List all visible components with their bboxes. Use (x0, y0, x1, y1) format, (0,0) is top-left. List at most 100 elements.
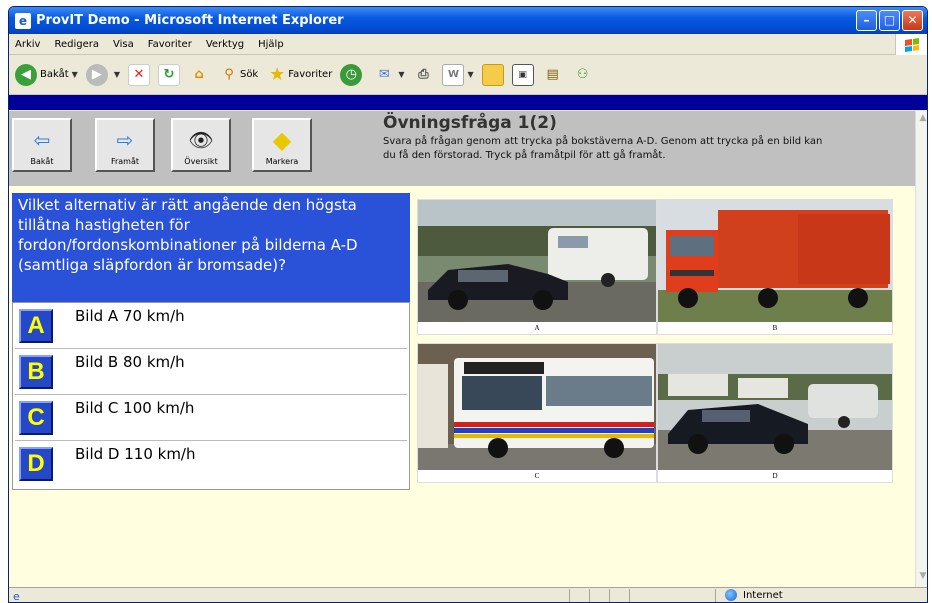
nav-forward-button[interactable]: ⇨ Framåt (95, 118, 155, 172)
car-with-caravan-image (418, 200, 656, 322)
question-text: Vilket alternativ är rätt angående den h… (12, 193, 410, 302)
answer-key-a[interactable]: A (19, 309, 53, 343)
menu-visa[interactable]: Visa (113, 39, 134, 50)
photo-d-caption: D (772, 472, 778, 480)
stop-button[interactable]: ✕ (127, 63, 150, 86)
nav-mark-button[interactable]: ◆ Markera (252, 118, 312, 172)
status-bar: e Internet (9, 587, 927, 602)
window-title: ProvIT Demo - Microsoft Internet Explore… (36, 13, 344, 28)
vertical-scrollbar[interactable]: ▲ ▼ (915, 111, 927, 587)
nav-back-button[interactable]: ⇦ Bakåt (12, 118, 72, 172)
scroll-up-icon[interactable]: ▲ (917, 113, 927, 127)
answer-key-d[interactable]: D (19, 447, 53, 481)
status-divider (569, 588, 570, 602)
research-icon: ▤ (546, 67, 559, 82)
search-icon: ⚲ (224, 67, 234, 82)
status-divider (715, 588, 716, 602)
star-icon: ★ (269, 64, 286, 85)
research-button[interactable]: ▤ (542, 64, 564, 86)
nav-forward-label: Framåt (110, 157, 140, 166)
answer-key-c[interactable]: C (19, 401, 53, 435)
home-icon: ⌂ (194, 67, 204, 82)
menu-verktyg[interactable]: Verktyg (206, 39, 244, 50)
nav-overview-label: Översikt (184, 157, 218, 166)
menu-bar: Arkiv Redigera Visa Favoriter Verktyg Hj… (9, 34, 927, 55)
maximize-button[interactable]: □ (879, 10, 900, 31)
status-divider (629, 588, 630, 602)
question-title: Övningsfråga 1(2) (383, 113, 557, 133)
car-with-small-trailer-image (658, 344, 892, 470)
photo-c-caption: C (534, 472, 540, 480)
mail-button[interactable]: ✉ ▼ (373, 64, 405, 86)
zone-label: Internet (743, 589, 783, 601)
discuss-button[interactable]: ▣ (511, 63, 534, 86)
menu-redigera[interactable]: Redigera (54, 39, 99, 50)
chevron-down-icon: ▼ (71, 70, 78, 79)
question-instructions: Svara på frågan genom att trycka på boks… (383, 136, 823, 161)
title-bar: e ProvIT Demo - Microsoft Internet Explo… (9, 7, 927, 34)
print-button[interactable]: ⎙ (412, 64, 434, 86)
answer-text-a: Bild A 70 km/h (75, 307, 185, 325)
chevron-down-icon: ▼ (398, 70, 405, 79)
truck-with-trailer-image (658, 200, 892, 322)
answer-option-b[interactable]: B Bild B 80 km/h (15, 351, 407, 395)
answer-key-b[interactable]: B (19, 355, 53, 389)
messenger-icon: ⚇ (576, 67, 589, 82)
nav-overview-button[interactable]: 👁 Översikt (171, 118, 231, 172)
edit-button[interactable]: W ▼ (442, 63, 474, 86)
photo-a-caption: A (534, 324, 540, 332)
folder-button[interactable] (481, 63, 504, 86)
answer-option-a[interactable]: A Bild A 70 km/h (15, 305, 407, 349)
nav-back-label: Bakåt (30, 157, 54, 166)
history-button[interactable]: ◷ (340, 63, 365, 86)
forward-button[interactable]: ▶ ▼ (85, 63, 120, 86)
favorites-label: Favoriter (288, 69, 333, 80)
favorites-button[interactable]: ★ Favoriter (266, 64, 332, 86)
photo-a[interactable]: A (417, 199, 657, 335)
answer-text-c: Bild C 100 km/h (75, 399, 195, 417)
answer-option-c[interactable]: C Bild C 100 km/h (15, 397, 407, 441)
answer-option-d[interactable]: D Bild D 110 km/h (15, 443, 407, 487)
search-button[interactable]: ⚲ Sök (218, 64, 258, 86)
photo-c[interactable]: C (417, 343, 657, 483)
back-arrow-icon: ◀ (15, 63, 37, 86)
search-label: Sök (239, 69, 259, 80)
eye-icon: 👁 (188, 128, 214, 152)
photo-b[interactable]: B (657, 199, 893, 335)
messenger-button[interactable]: ⚇ (572, 64, 594, 86)
stop-icon: ✕ (127, 63, 150, 86)
security-zone: Internet (725, 589, 783, 601)
back-button[interactable]: ◀ Bakåt ▼ (15, 63, 78, 86)
refresh-icon: ↻ (157, 63, 180, 86)
minimize-button[interactable]: – (856, 10, 877, 31)
page-content: ⇦ Bakåt ⇨ Framåt 👁 Översikt ◆ Markera Öv… (9, 111, 915, 587)
ie-icon: e (15, 12, 31, 29)
folder-icon (481, 63, 504, 86)
printer-icon: ⎙ (418, 67, 429, 82)
menu-hjalp[interactable]: Hjälp (258, 39, 284, 50)
menu-favoriter[interactable]: Favoriter (148, 39, 192, 50)
photo-d[interactable]: D (657, 343, 893, 483)
answer-text-b: Bild B 80 km/h (75, 353, 185, 371)
header-stripe (9, 95, 927, 110)
answer-list: A Bild A 70 km/h B Bild B 80 km/h C Bild… (12, 302, 410, 490)
right-arrow-icon: ⇨ (116, 128, 134, 152)
mail-icon: ✉ (378, 67, 390, 82)
word-icon: W (442, 63, 465, 86)
quiz-header: ⇦ Bakåt ⇨ Framåt 👁 Översikt ◆ Markera Öv… (9, 111, 915, 186)
back-label: Bakåt (40, 69, 69, 80)
toolbar: ◀ Bakåt ▼ ▶ ▼ ✕ ↻ ⌂ ⚲ Sök ★ Favoriter ◷ … (9, 55, 927, 95)
menu-arkiv[interactable]: Arkiv (15, 39, 40, 50)
status-divider (609, 588, 610, 602)
note-icon: ◆ (272, 126, 292, 154)
scroll-down-icon[interactable]: ▼ (917, 571, 927, 585)
answer-text-d: Bild D 110 km/h (75, 445, 196, 463)
left-arrow-icon: ⇦ (33, 128, 51, 152)
nav-mark-label: Markera (265, 157, 299, 166)
forward-arrow-icon: ▶ (85, 63, 108, 86)
chevron-down-icon: ▼ (113, 70, 120, 79)
refresh-button[interactable]: ↻ (157, 63, 180, 86)
close-button[interactable]: ✕ (902, 10, 923, 31)
history-icon: ◷ (340, 63, 363, 86)
home-button[interactable]: ⌂ (188, 64, 210, 86)
